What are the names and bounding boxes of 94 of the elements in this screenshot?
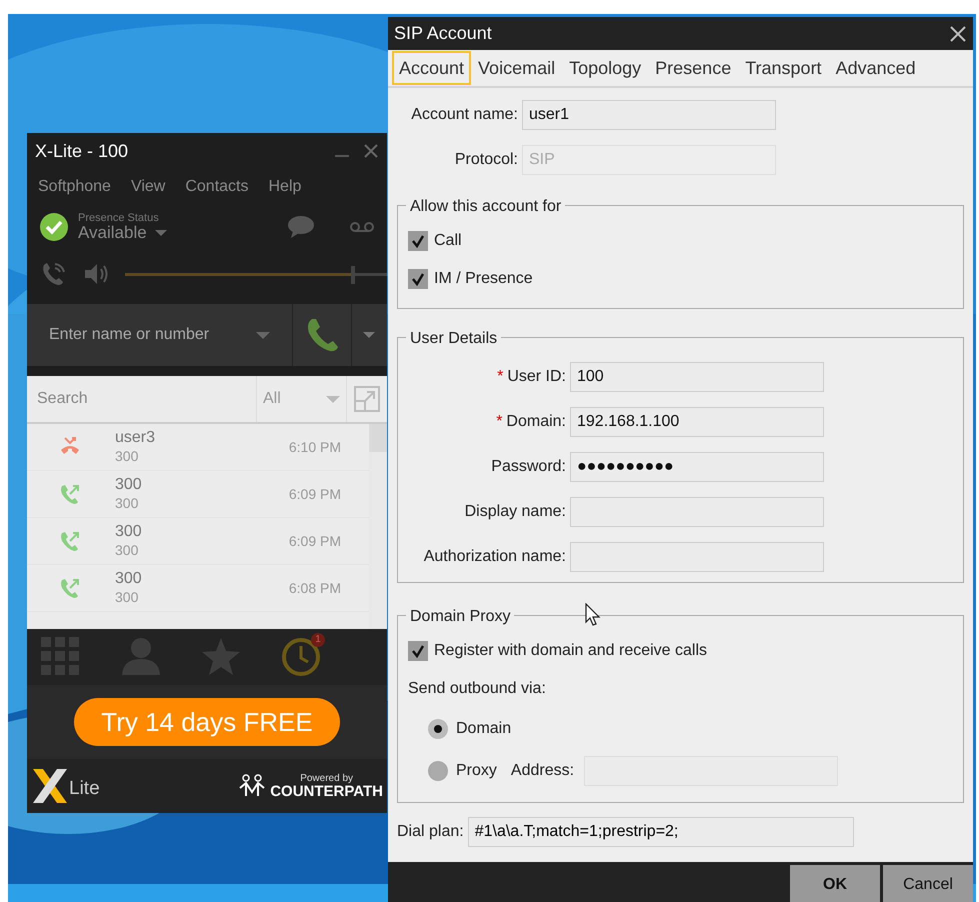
- checkbox[interactable]: [408, 269, 428, 289]
- voicemail-icon[interactable]: [350, 221, 374, 233]
- field-label: Protocol:: [454, 150, 518, 170]
- pop-out-icon[interactable]: [354, 386, 380, 412]
- dialog-title: SIP Account: [394, 22, 492, 45]
- cancel-button[interactable]: Cancel: [883, 865, 973, 902]
- required-mark: *: [496, 412, 502, 432]
- search-field[interactable]: Search: [27, 376, 257, 422]
- person-icon: [121, 637, 161, 677]
- chat-bubble-icon[interactable]: [288, 215, 314, 239]
- section-label: Send outbound via:: [408, 679, 547, 699]
- call-time: 6:10 PM: [288, 438, 341, 456]
- nav-tab[interactable]: [201, 637, 241, 677]
- field-label: Dial plan:: [397, 822, 464, 842]
- star-icon: [201, 637, 241, 677]
- outgoing-call-icon: [59, 577, 81, 599]
- call-row[interactable]: 300 300 6:08 PM: [27, 565, 369, 612]
- input-field[interactable]: user1: [522, 100, 776, 130]
- tab[interactable]: Transport: [738, 51, 829, 85]
- radio-label[interactable]: Domain: [456, 717, 512, 741]
- call-time: 6:09 PM: [288, 484, 341, 504]
- phone-ring-icon[interactable]: [41, 261, 67, 287]
- tab[interactable]: Voicemail: [471, 51, 562, 85]
- checkbox[interactable]: [408, 231, 428, 251]
- brand-text: COUNTERPATH: [270, 784, 383, 798]
- caller-name: 300: [115, 476, 143, 494]
- check-icon: [411, 272, 425, 286]
- window-title: X-Lite - 100: [35, 140, 128, 162]
- people-logo-icon: [238, 774, 266, 798]
- input-field[interactable]: [570, 542, 824, 572]
- cursor-icon: [585, 603, 601, 627]
- caret-icon[interactable]: [154, 230, 167, 236]
- field-label: Password:: [491, 457, 566, 477]
- nav-tab[interactable]: [121, 637, 161, 677]
- field-label: Display name:: [464, 502, 566, 522]
- menu-item[interactable]: Softphone: [38, 175, 111, 199]
- x-logo-icon: [33, 769, 67, 803]
- input-field[interactable]: 192.168.1.100: [570, 407, 824, 437]
- field-label: Address:: [510, 761, 574, 781]
- call-row[interactable]: 300 300 6:09 PM: [27, 518, 369, 565]
- input-field[interactable]: ●●●●●●●●●●: [570, 452, 824, 482]
- call-row[interactable]: user3 300 6:10 PM: [27, 424, 369, 471]
- available-status-icon[interactable]: [40, 213, 68, 241]
- scrollbar-thumb[interactable]: [369, 424, 387, 452]
- input-field[interactable]: [570, 497, 824, 527]
- menu-item[interactable]: View: [130, 175, 166, 199]
- checkbox-label[interactable]: IM / Presence: [434, 267, 533, 291]
- caller-name: 300: [115, 523, 143, 541]
- tab[interactable]: Topology: [562, 51, 648, 85]
- presence-status[interactable]: Available: [78, 224, 147, 241]
- tab[interactable]: Advanced: [828, 51, 923, 85]
- checkbox[interactable]: [408, 641, 428, 661]
- caller-number: 300: [115, 588, 140, 606]
- radio-button[interactable]: [428, 719, 448, 739]
- field-label: Account name:: [411, 105, 518, 125]
- checkbox-label[interactable]: Register with domain and receive calls: [434, 639, 708, 663]
- dialpad-icon: [41, 637, 81, 677]
- caller-number: 300: [115, 541, 140, 559]
- clock-icon: [281, 637, 321, 677]
- call-time: 6:08 PM: [288, 578, 341, 598]
- call-time: 6:09 PM: [288, 532, 341, 550]
- tab[interactable]: Presence: [648, 51, 738, 85]
- caret-icon[interactable]: [256, 332, 270, 338]
- field-label: User ID:: [507, 367, 566, 387]
- caller-name: 300: [115, 570, 143, 588]
- logo-text: Lite: [69, 776, 100, 800]
- radio-label[interactable]: Proxy: [456, 759, 497, 783]
- nav-tab[interactable]: [41, 637, 81, 677]
- check-icon: [411, 644, 425, 658]
- input-field[interactable]: #1\a\a.T;match=1;prestrip=2;: [468, 817, 854, 847]
- call-row[interactable]: 300 300 6:09 PM: [27, 471, 369, 518]
- check-icon: [411, 234, 425, 248]
- caller-number: 300: [115, 494, 140, 512]
- menu-item[interactable]: Help: [268, 175, 302, 199]
- tab[interactable]: Account: [392, 51, 472, 85]
- caret-icon: [326, 396, 340, 402]
- caret-icon: [363, 332, 376, 338]
- presence-caption: Presence Status: [78, 213, 160, 224]
- volume-thumb[interactable]: [350, 266, 355, 284]
- checkbox-label[interactable]: Call: [434, 229, 462, 253]
- field-label: Authorization name:: [424, 547, 566, 567]
- menu-item[interactable]: Contacts: [185, 175, 248, 199]
- radio-button[interactable]: [428, 761, 448, 781]
- outgoing-call-icon: [59, 483, 81, 505]
- caller-number: 300: [115, 447, 140, 465]
- close-icon[interactable]: [949, 24, 967, 42]
- field-label: Domain:: [506, 412, 566, 432]
- outgoing-call-icon: [59, 530, 81, 552]
- required-mark: *: [497, 367, 504, 387]
- input-field[interactable]: 100: [570, 362, 824, 392]
- ok-button[interactable]: OK: [790, 865, 880, 902]
- powered-by-text: Powered by: [300, 774, 354, 784]
- notification-badge: 1: [311, 633, 325, 647]
- caller-name: user3: [115, 429, 156, 447]
